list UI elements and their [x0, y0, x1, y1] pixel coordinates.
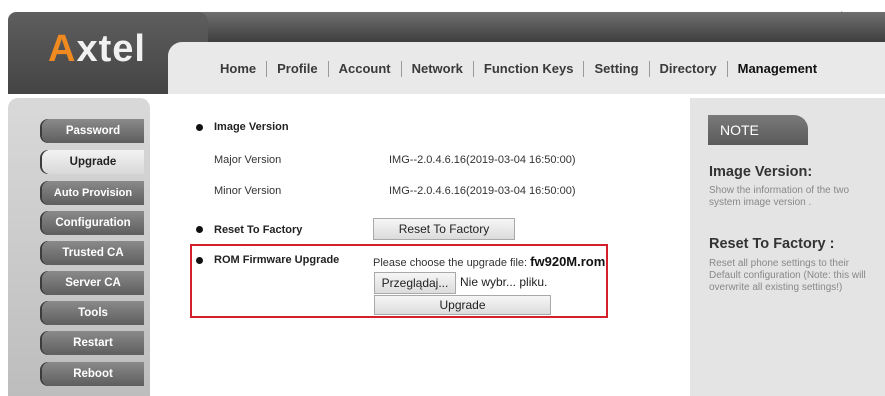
minor-version-value: IMG--2.0.4.6.16(2019-03-04 16:50:00): [389, 185, 576, 197]
sidebar-item-auto-provision[interactable]: Auto Provision: [42, 181, 144, 205]
nav-function-keys[interactable]: Function Keys: [472, 61, 584, 77]
note-text-image-version: Show the information of the two system i…: [709, 185, 850, 208]
sidebar-item-upgrade[interactable]: Upgrade: [42, 150, 144, 174]
sidebar-item-tools[interactable]: Tools: [42, 301, 144, 325]
major-version-label: Major Version: [214, 154, 282, 166]
nav-profile[interactable]: Profile: [266, 61, 327, 77]
sidebar-item-reboot[interactable]: Reboot: [42, 362, 144, 386]
sidebar-item-trusted-ca[interactable]: Trusted CA: [42, 241, 144, 265]
axtel-logo: Axtel: [48, 28, 146, 70]
note-heading-image-version: Image Version:: [709, 164, 813, 180]
sidebar-item-server-ca[interactable]: Server CA: [42, 271, 144, 295]
nav-home[interactable]: Home: [210, 61, 266, 77]
note-tab: NOTE: [708, 115, 808, 145]
reset-to-factory-button[interactable]: Reset To Factory: [373, 218, 515, 240]
minor-version-label: Minor Version: [214, 185, 282, 197]
sidebar-item-password[interactable]: Password: [42, 119, 144, 143]
sidebar-item-configuration[interactable]: Configuration: [42, 211, 144, 235]
reset-title: Reset To Factory: [214, 224, 303, 236]
header: Axtel: [8, 12, 885, 94]
sidebar-item-restart[interactable]: Restart: [42, 331, 144, 355]
upgrade-filename: fw920M.rom: [530, 254, 606, 269]
image-version-title: Image Version: [214, 121, 289, 133]
nav-setting[interactable]: Setting: [583, 61, 648, 77]
upgrade-file-prompt: Please choose the upgrade file: fw920M.r…: [373, 254, 606, 269]
rom-upgrade-title: ROM Firmware Upgrade: [214, 254, 340, 266]
browse-button[interactable]: Przeglądaj...: [374, 272, 456, 294]
bullet-icon: [196, 124, 203, 131]
note-heading-reset: Reset To Factory :: [709, 236, 835, 252]
upgrade-button[interactable]: Upgrade: [374, 295, 551, 315]
bullet-icon: [196, 226, 203, 233]
major-version-value: IMG--2.0.4.6.16(2019-03-04 16:50:00): [389, 154, 576, 166]
bullet-icon: [196, 257, 203, 264]
main-nav: Home Profile Account Network Function Ke…: [210, 59, 827, 79]
nav-network[interactable]: Network: [400, 61, 473, 77]
nav-management[interactable]: Management: [726, 61, 827, 77]
nav-directory[interactable]: Directory: [648, 61, 727, 77]
sidebar: Password Upgrade Auto Provision Configur…: [8, 98, 150, 396]
note-text-reset: Reset all phone settings to their Defaul…: [709, 258, 866, 293]
nav-account[interactable]: Account: [327, 61, 401, 77]
no-file-chosen: Nie wybr... pliku.: [460, 275, 548, 289]
